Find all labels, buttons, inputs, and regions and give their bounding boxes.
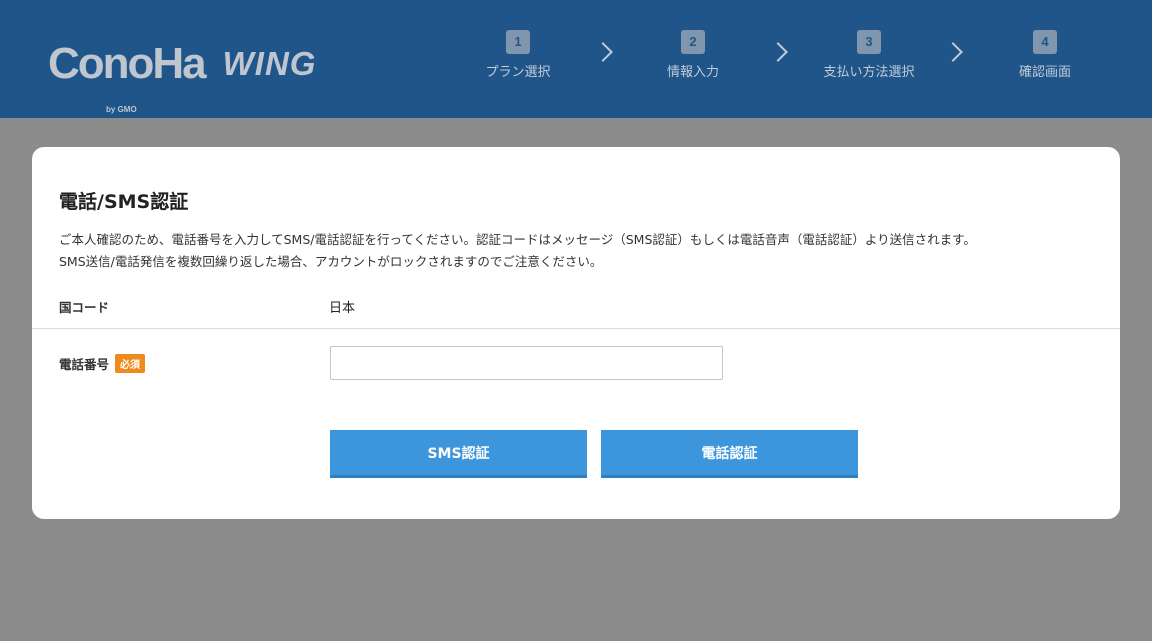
phone-number-label: 電話番号 — [59, 357, 110, 372]
country-code-value: 日本 — [329, 301, 356, 316]
logo-wing-text: WING — [222, 45, 317, 82]
step-label: プラン選択 — [485, 65, 551, 80]
sms-verify-button[interactable]: SMS認証 — [330, 430, 587, 478]
description: ご本人確認のため、電話番号を入力してSMS/電話認証を行ってください。認証コード… — [59, 229, 1119, 273]
divider — [32, 328, 1120, 329]
phone-number-input[interactable] — [330, 346, 723, 380]
description-line-2: SMS送信/電話発信を複数回繰り返した場合、アカウントがロックされますのでご注意… — [59, 254, 603, 269]
country-code-label: 国コード — [59, 300, 110, 315]
step-number: 1 — [506, 30, 530, 54]
step-number: 3 — [857, 30, 881, 54]
phone-number-label-group: 電話番号 必須 — [59, 354, 146, 373]
step-4: 4 確認画面 — [980, 30, 1110, 80]
step-label: 情報入力 — [666, 65, 719, 80]
description-line-1: ご本人確認のため、電話番号を入力してSMS/電話認証を行ってください。認証コード… — [59, 232, 976, 247]
step-number: 2 — [681, 30, 705, 54]
step-3: 3 支払い方法選択 — [804, 30, 934, 80]
required-badge: 必須 — [115, 354, 146, 373]
step-1: 1 プラン選択 — [453, 30, 583, 80]
phone-verify-button[interactable]: 電話認証 — [601, 430, 858, 478]
logo-wordmark: ConoHa — [48, 39, 207, 88]
chevron-right-icon — [943, 42, 963, 62]
header-bar: ConoHa by GMO WING 1 プラン選択 2 情報入力 3 支払い方… — [0, 0, 1152, 118]
step-2: 2 情報入力 — [628, 30, 758, 80]
logo-conoha-text: ConoHa by GMO — [48, 39, 207, 115]
page-title: 電話/SMS認証 — [59, 191, 189, 213]
conoha-wing-logo[interactable]: ConoHa by GMO WING — [48, 30, 317, 115]
step-label: 支払い方法選択 — [823, 65, 915, 80]
chevron-right-icon — [593, 42, 613, 62]
chevron-right-icon — [768, 42, 788, 62]
logo-by-gmo: by GMO — [106, 105, 137, 114]
step-number: 4 — [1033, 30, 1057, 54]
step-label: 確認画面 — [1018, 65, 1071, 80]
verification-card: 電話/SMS認証 ご本人確認のため、電話番号を入力してSMS/電話認証を行ってく… — [32, 147, 1120, 519]
